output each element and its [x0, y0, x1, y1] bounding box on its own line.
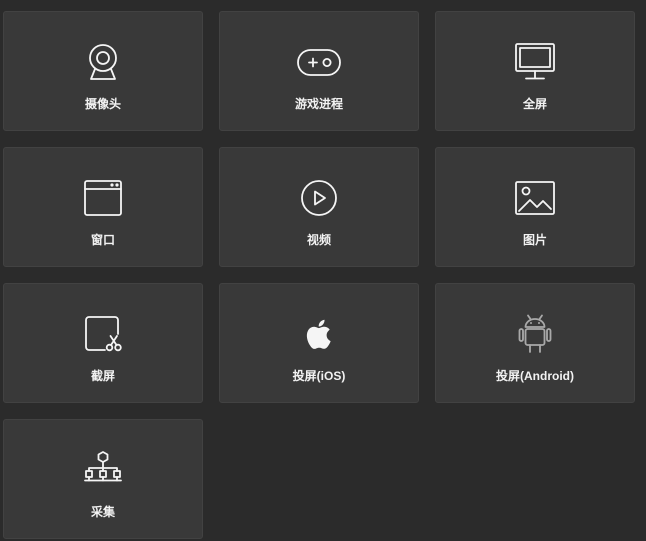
network-tree-icon [83, 450, 123, 490]
source-tile-ios[interactable]: 投屏(iOS) [219, 283, 419, 403]
source-label: 投屏(iOS) [292, 369, 346, 383]
source-tile-camera[interactable]: 摄像头 [3, 11, 203, 131]
crop-scissors-icon [83, 314, 123, 354]
source-label: 图片 [522, 233, 547, 247]
monitor-icon [515, 42, 555, 82]
source-label: 视频 [306, 233, 331, 247]
source-tile-game[interactable]: 游戏进程 [219, 11, 419, 131]
source-tile-video[interactable]: 视频 [219, 147, 419, 267]
source-label: 全屏 [522, 97, 547, 111]
source-tile-window[interactable]: 窗口 [3, 147, 203, 267]
source-label: 摄像头 [84, 97, 121, 111]
source-tile-android[interactable]: 投屏(Android) [435, 283, 635, 403]
source-label: 窗口 [90, 233, 115, 247]
source-tile-fullscreen[interactable]: 全屏 [435, 11, 635, 131]
source-label: 投屏(Android) [496, 369, 574, 383]
apple-icon [299, 314, 339, 354]
source-tile-image[interactable]: 图片 [435, 147, 635, 267]
source-label: 游戏进程 [294, 97, 343, 111]
source-label: 采集 [90, 505, 115, 519]
source-tile-capture[interactable]: 采集 [3, 419, 203, 539]
source-tile-screenshot[interactable]: 截屏 [3, 283, 203, 403]
source-grid: 摄像头 游戏进程 全屏 窗口 视频 图片 截屏 投屏(iOS) 投屏(Andro… [3, 11, 635, 539]
android-icon [515, 314, 555, 354]
webcam-icon [83, 42, 123, 82]
image-icon [515, 178, 555, 218]
gamepad-icon [297, 42, 341, 82]
play-circle-icon [299, 178, 339, 218]
window-icon [83, 178, 123, 218]
source-label: 截屏 [90, 369, 115, 383]
